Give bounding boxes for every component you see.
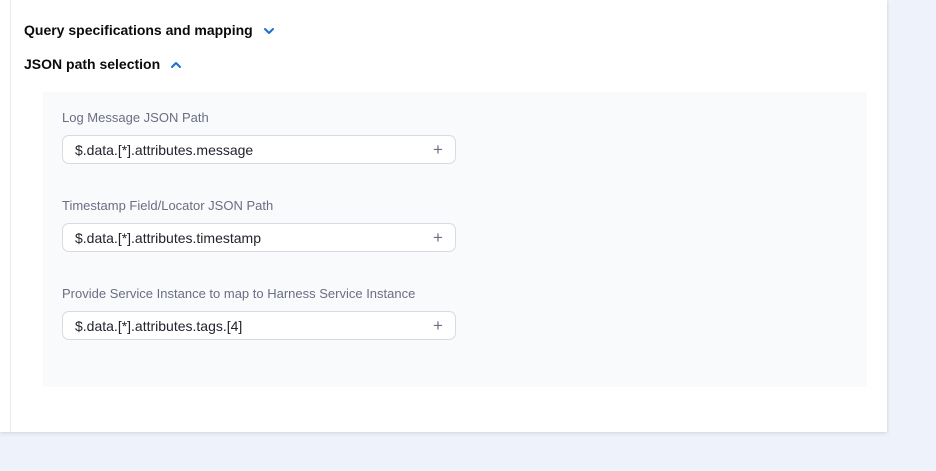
json-path-panel: Log Message JSON Path + Timestamp Field/… xyxy=(43,92,867,387)
section-header-query-specifications[interactable]: Query specifications and mapping xyxy=(24,23,887,38)
add-button[interactable]: + xyxy=(421,224,455,251)
service-instance-json-path-input[interactable] xyxy=(63,312,421,339)
timestamp-json-path-input-wrap: + xyxy=(62,223,456,252)
section-title: Query specifications and mapping xyxy=(24,23,253,38)
add-button[interactable]: + xyxy=(421,312,455,339)
section-header-json-path-selection[interactable]: JSON path selection xyxy=(24,57,887,72)
field-service-instance-json-path: Provide Service Instance to map to Harne… xyxy=(62,287,867,340)
left-divider xyxy=(10,0,11,432)
log-message-json-path-input-wrap: + xyxy=(62,135,456,164)
service-instance-json-path-input-wrap: + xyxy=(62,311,456,340)
chevron-down-icon[interactable] xyxy=(262,24,276,38)
settings-card: Query specifications and mapping JSON pa… xyxy=(0,0,887,432)
field-timestamp-json-path: Timestamp Field/Locator JSON Path + xyxy=(62,199,867,252)
add-button[interactable]: + xyxy=(421,136,455,163)
field-label: Timestamp Field/Locator JSON Path xyxy=(62,199,867,213)
field-label: Log Message JSON Path xyxy=(62,111,867,125)
log-message-json-path-input[interactable] xyxy=(63,136,421,163)
chevron-up-icon[interactable] xyxy=(169,58,183,72)
field-log-message-json-path: Log Message JSON Path + xyxy=(62,111,867,164)
timestamp-json-path-input[interactable] xyxy=(63,224,421,251)
card-content: Query specifications and mapping JSON pa… xyxy=(0,0,887,387)
field-label: Provide Service Instance to map to Harne… xyxy=(62,287,867,301)
section-title: JSON path selection xyxy=(24,57,160,72)
